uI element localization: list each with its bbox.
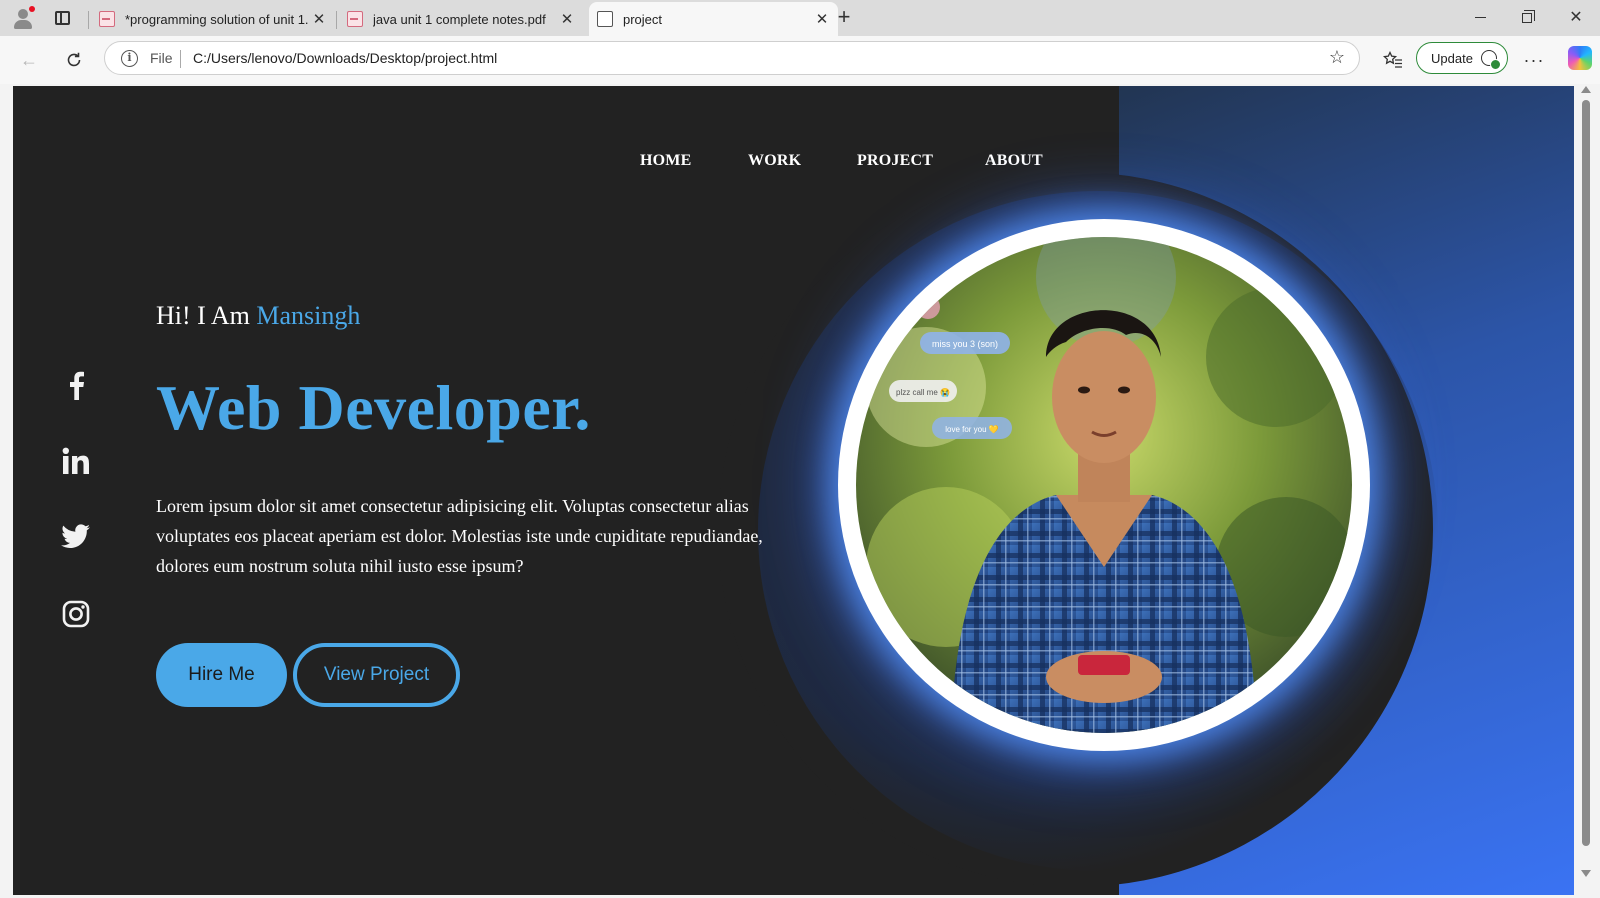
update-button[interactable]: Update [1416, 42, 1508, 74]
scroll-up-arrow[interactable] [1581, 86, 1591, 93]
instagram-icon[interactable] [60, 598, 92, 630]
update-icon [1481, 50, 1501, 70]
pdf-icon [99, 11, 115, 27]
tab-title: project [623, 11, 663, 27]
linkedin-icon[interactable] [60, 445, 92, 477]
photo-bubble-2: plzz call me 😭 [896, 388, 950, 397]
nav-home[interactable]: HOME [640, 152, 691, 170]
divider [180, 50, 181, 68]
update-label: Update [1431, 50, 1473, 66]
view-project-button[interactable]: View Project [293, 643, 460, 707]
facebook-icon[interactable] [60, 369, 92, 401]
pdf-icon [347, 11, 363, 27]
nav-work[interactable]: WORK [748, 152, 801, 170]
tab-programming-solution[interactable]: *programming solution of unit 1.docx.pdf… [88, 4, 335, 34]
nav-project[interactable]: PROJECT [857, 152, 933, 170]
favorites-icon[interactable] [1381, 48, 1405, 72]
hero-headline: Web Developer. [156, 372, 591, 443]
refresh-button[interactable] [58, 44, 90, 76]
profile-icon[interactable] [11, 6, 35, 30]
close-tab-icon[interactable]: ✕ [812, 9, 832, 29]
tab-title: java unit 1 complete notes.pdf [373, 11, 546, 27]
new-tab-button[interactable]: + [832, 6, 856, 30]
document-icon [597, 11, 613, 27]
greeting-prefix: Hi! I Am [156, 301, 250, 330]
scroll-down-arrow[interactable] [1581, 870, 1591, 877]
info-icon[interactable]: i [121, 50, 138, 67]
hire-me-button[interactable]: Hire Me [156, 643, 287, 707]
tab-title: *programming solution of unit 1.docx.pdf [125, 11, 309, 27]
back-button[interactable]: ← [13, 44, 45, 76]
hero-paragraph: Lorem ipsum dolor sit amet consectetur a… [156, 496, 763, 576]
address-bar[interactable]: i File C:/Users/lenovo/Downloads/Desktop… [104, 41, 1360, 75]
close-tab-icon[interactable]: ✕ [309, 9, 329, 29]
url-scheme: File [150, 50, 173, 66]
tab-java-notes[interactable]: java unit 1 complete notes.pdf ✕ [336, 4, 583, 34]
restore-button[interactable] [1504, 0, 1550, 34]
more-options-icon[interactable]: ··· [1522, 48, 1546, 72]
vertical-scrollbar[interactable] [1576, 84, 1596, 897]
greeting: Hi! I Am Mansingh [156, 301, 360, 331]
greeting-name: Mansingh [256, 301, 361, 330]
profile-photo: miss you 3 (son) plzz call me 😭 love for… [856, 237, 1352, 733]
nav-about[interactable]: ABOUT [985, 152, 1043, 170]
photo-bubble-3: love for you 💛 [945, 425, 999, 434]
browser-toolbar: ← i File C:/Users/lenovo/Downloads/Deskt… [0, 36, 1600, 84]
twitter-icon[interactable] [60, 521, 92, 553]
close-window-button[interactable]: ✕ [1553, 0, 1599, 34]
copilot-icon[interactable] [1568, 46, 1592, 70]
tab-project[interactable]: project ✕ [589, 2, 838, 36]
tab-strip: *programming solution of unit 1.docx.pdf… [0, 0, 1600, 36]
refresh-icon [67, 52, 81, 67]
favorite-star-icon[interactable]: ☆ [1329, 47, 1345, 68]
scroll-thumb[interactable] [1582, 100, 1590, 846]
page-viewport: HOME WORK PROJECT ABOUT Hi! I Am Mansing… [13, 86, 1574, 895]
tab-actions-icon[interactable] [50, 6, 74, 30]
close-tab-icon[interactable]: ✕ [557, 9, 577, 29]
minimize-button[interactable] [1457, 0, 1503, 34]
url-text[interactable]: C:/Users/lenovo/Downloads/Desktop/projec… [193, 50, 497, 66]
photo-bubble-1: miss you 3 (son) [932, 339, 998, 349]
